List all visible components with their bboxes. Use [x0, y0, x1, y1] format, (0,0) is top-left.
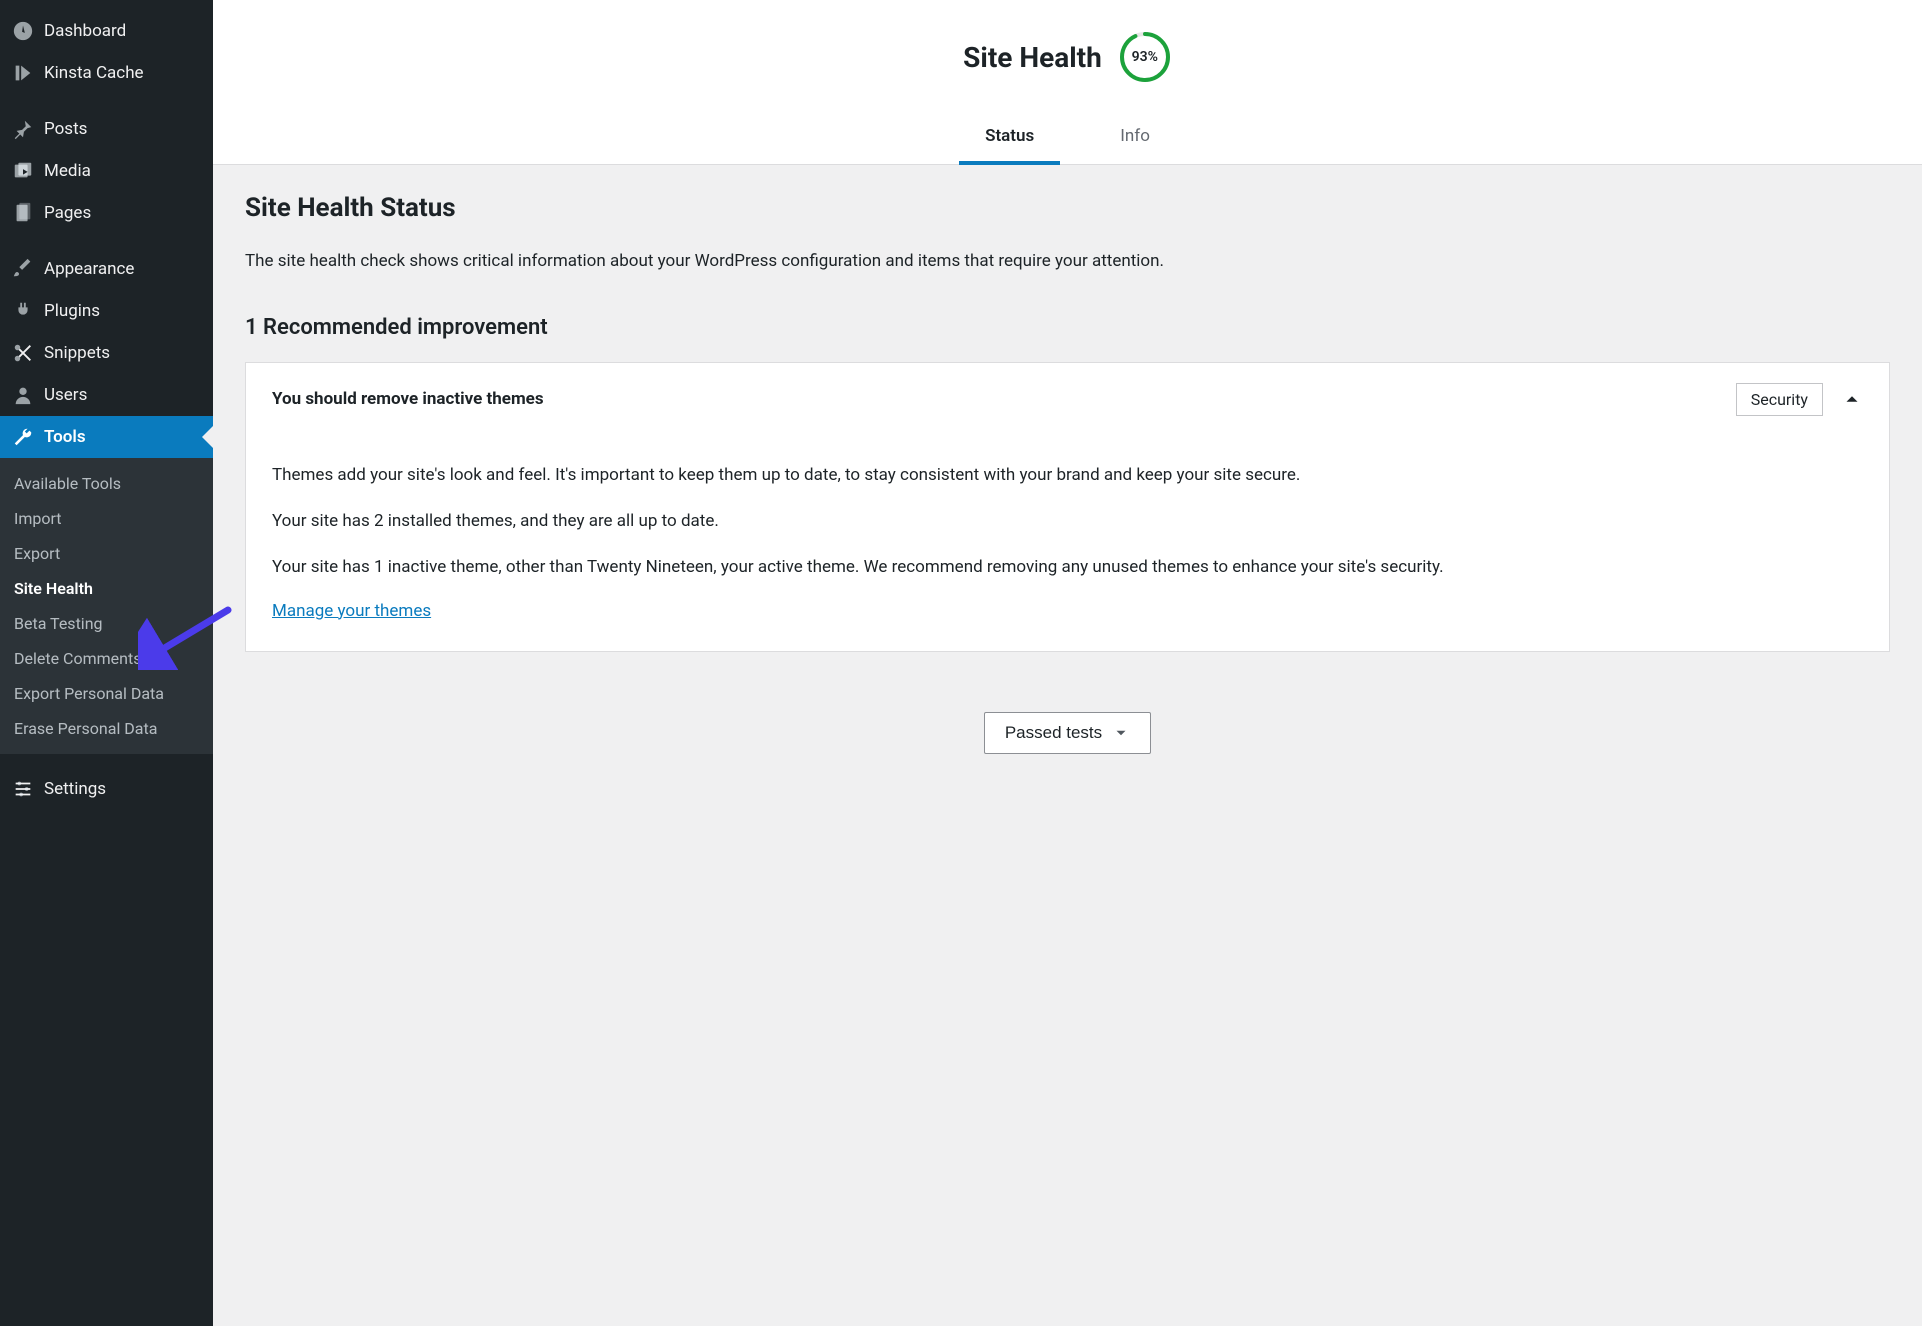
- sidebar-separator: [0, 754, 213, 768]
- chevron-up-icon: [1841, 388, 1863, 410]
- sidebar-item-plugins[interactable]: Plugins: [0, 290, 213, 332]
- sidebar-item-kinsta-cache[interactable]: Kinsta Cache: [0, 52, 213, 94]
- user-icon: [12, 384, 34, 406]
- sidebar-item-posts[interactable]: Posts: [0, 108, 213, 150]
- issue-paragraph: Themes add your site's look and feel. It…: [272, 462, 1863, 488]
- submenu-site-health[interactable]: Site Health: [0, 571, 213, 606]
- sidebar-item-label: Users: [44, 385, 87, 405]
- sidebar-separator: [0, 234, 213, 248]
- page-title: Site Health: [963, 41, 1102, 74]
- sidebar-separator: [0, 94, 213, 108]
- sidebar-item-label: Settings: [44, 779, 106, 799]
- tab-status[interactable]: Status: [977, 114, 1042, 164]
- sidebar-item-label: Dashboard: [44, 21, 126, 41]
- sidebar-item-label: Snippets: [44, 343, 110, 363]
- health-progress-value: 93%: [1118, 30, 1172, 84]
- sidebar-item-snippets[interactable]: Snippets: [0, 332, 213, 374]
- main-content: Site Health 93% Status Info Site Health …: [213, 0, 1922, 1326]
- pages-icon: [12, 202, 34, 224]
- issue-paragraph: Your site has 2 installed themes, and th…: [272, 508, 1863, 534]
- sidebar-item-label: Appearance: [44, 259, 134, 279]
- health-progress-indicator: 93%: [1118, 30, 1172, 84]
- manage-themes-link[interactable]: Manage your themes: [272, 601, 431, 621]
- sidebar-item-media[interactable]: Media: [0, 150, 213, 192]
- sidebar-item-tools[interactable]: Tools: [0, 416, 213, 458]
- sliders-icon: [12, 778, 34, 800]
- brush-icon: [12, 258, 34, 280]
- sidebar-item-users[interactable]: Users: [0, 374, 213, 416]
- content-area: Site Health Status The site health check…: [213, 165, 1922, 782]
- submenu-import[interactable]: Import: [0, 501, 213, 536]
- submenu-available-tools[interactable]: Available Tools: [0, 466, 213, 501]
- admin-sidebar: Dashboard Kinsta Cache Posts Media Pages…: [0, 0, 213, 1326]
- submenu-delete-comments[interactable]: Delete Comments: [0, 641, 213, 676]
- sidebar-item-label: Pages: [44, 203, 91, 223]
- issue-title: You should remove inactive themes: [272, 389, 544, 409]
- sidebar-item-label: Tools: [44, 427, 86, 447]
- pin-icon: [12, 118, 34, 140]
- media-icon: [12, 160, 34, 182]
- passed-tests-button[interactable]: Passed tests: [984, 712, 1151, 754]
- sidebar-item-settings[interactable]: Settings: [0, 768, 213, 810]
- kinsta-icon: [12, 62, 34, 84]
- sidebar-item-label: Plugins: [44, 301, 100, 321]
- issue-card: You should remove inactive themes Securi…: [245, 362, 1890, 652]
- submenu-export[interactable]: Export: [0, 536, 213, 571]
- sidebar-item-label: Posts: [44, 119, 87, 139]
- chevron-down-icon: [1112, 724, 1130, 742]
- submenu-beta-testing[interactable]: Beta Testing: [0, 606, 213, 641]
- submenu-export-personal-data[interactable]: Export Personal Data: [0, 676, 213, 711]
- scissors-icon: [12, 342, 34, 364]
- sidebar-item-pages[interactable]: Pages: [0, 192, 213, 234]
- sidebar-item-label: Media: [44, 161, 91, 181]
- issue-paragraph: Your site has 1 inactive theme, other th…: [272, 554, 1863, 580]
- tools-submenu: Available Tools Import Export Site Healt…: [0, 458, 213, 754]
- issue-card-body: Themes add your site's look and feel. It…: [246, 436, 1889, 651]
- status-section-title: Site Health Status: [245, 193, 1890, 223]
- sidebar-item-appearance[interactable]: Appearance: [0, 248, 213, 290]
- plug-icon: [12, 300, 34, 322]
- dashboard-icon: [12, 20, 34, 42]
- wrench-icon: [12, 426, 34, 448]
- passed-tests-label: Passed tests: [1005, 723, 1102, 743]
- health-tabs: Status Info: [233, 114, 1902, 164]
- sidebar-item-label: Kinsta Cache: [44, 63, 144, 83]
- page-header: Site Health 93% Status Info: [213, 0, 1922, 165]
- recommended-improvements-heading: 1 Recommended improvement: [245, 315, 1890, 340]
- tab-info[interactable]: Info: [1112, 114, 1158, 164]
- issue-card-header[interactable]: You should remove inactive themes Securi…: [246, 363, 1889, 436]
- submenu-erase-personal-data[interactable]: Erase Personal Data: [0, 711, 213, 746]
- issue-badge-security: Security: [1736, 383, 1823, 416]
- sidebar-item-dashboard[interactable]: Dashboard: [0, 10, 213, 52]
- status-description: The site health check shows critical inf…: [245, 249, 1890, 275]
